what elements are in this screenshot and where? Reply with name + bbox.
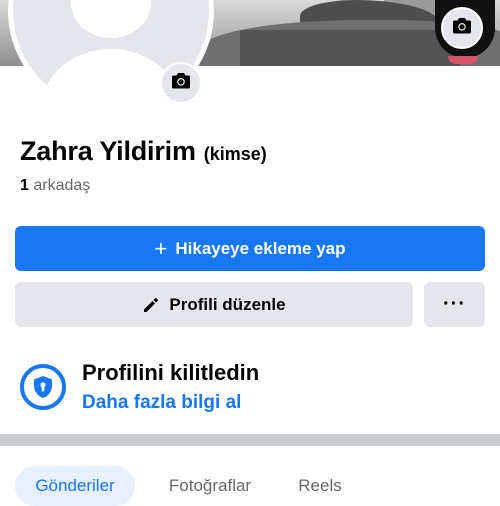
more-icon: ···	[443, 293, 466, 315]
edit-profile-label: Profili düzenle	[169, 294, 286, 314]
more-options-button[interactable]: ···	[424, 282, 485, 327]
plus-icon: +	[154, 235, 168, 261]
add-story-label: Hikayeye ekleme yap	[175, 238, 346, 258]
pencil-icon	[142, 296, 160, 314]
friends-count-value: 1	[20, 177, 29, 194]
camera-icon	[452, 17, 472, 40]
profile-locked-notice: Profilini kilitledin Daha fazla bilgi al	[20, 360, 259, 414]
cover-accent	[448, 56, 478, 64]
camera-icon	[171, 72, 191, 95]
tab-reels[interactable]: Reels	[290, 466, 350, 506]
avatar-camera-button[interactable]	[160, 62, 202, 104]
learn-more-link[interactable]: Daha fazla bilgi al	[82, 392, 259, 414]
profile-name: Zahra Yildirim	[20, 136, 196, 166]
friends-count-label: arkadaş	[33, 177, 91, 194]
shield-lock-icon	[20, 364, 66, 410]
section-divider	[0, 434, 500, 446]
profile-tabs: Gönderiler Fotoğraflar Reels	[0, 446, 500, 506]
profile-name-row: Zahra Yildirim (kimse)	[20, 136, 267, 167]
tab-posts[interactable]: Gönderiler	[15, 466, 135, 506]
add-story-button[interactable]: + Hikayeye ekleme yap	[15, 226, 485, 271]
cover-camera-button[interactable]	[441, 7, 483, 49]
tab-photos[interactable]: Fotoğraflar	[155, 466, 265, 506]
edit-profile-button[interactable]: Profili düzenle	[15, 282, 413, 327]
lock-notice-title: Profilini kilitledin	[82, 360, 260, 385]
profile-name-suffix: (kimse)	[203, 144, 267, 164]
friends-count[interactable]: 1 arkadaş	[20, 177, 90, 195]
